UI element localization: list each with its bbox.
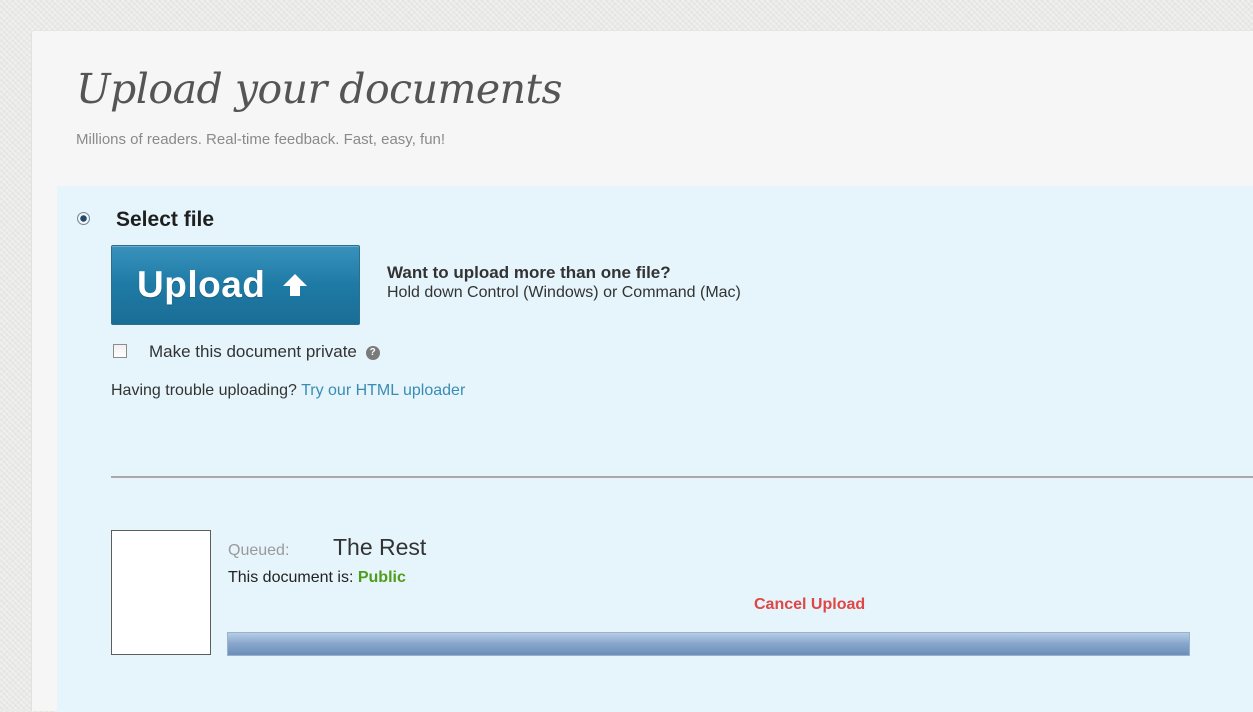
multi-upload-title: Want to upload more than one file? <box>387 263 671 282</box>
visibility-prefix: This document is: <box>228 569 354 586</box>
document-thumbnail <box>111 530 211 655</box>
html-uploader-link[interactable]: Try our HTML uploader <box>301 382 465 399</box>
document-visibility: This document is: Public <box>228 569 406 587</box>
queue-status-label: Queued: <box>228 542 290 559</box>
cancel-upload-link[interactable]: Cancel Upload <box>754 596 865 614</box>
visibility-value: Public <box>357 569 406 586</box>
select-file-radio[interactable] <box>77 212 90 225</box>
upload-button-label: Upload <box>137 264 266 305</box>
private-label: Make this document private ? <box>149 342 380 362</box>
page-title: Upload your documents <box>76 65 563 113</box>
question-mark-icon[interactable]: ? <box>365 345 380 360</box>
trouble-text: Having trouble uploading? <box>111 382 297 399</box>
arrow-up-icon <box>281 272 309 298</box>
divider <box>111 476 1253 478</box>
multi-upload-description: Hold down Control (Windows) or Command (… <box>387 284 741 301</box>
upload-card: Upload your documents Millions of reader… <box>31 30 1253 712</box>
upload-button[interactable]: Upload <box>111 245 360 325</box>
document-name: The Rest <box>333 534 427 560</box>
select-file-label: Select file <box>116 208 215 231</box>
upload-panel: Select file Upload Want to upload more t… <box>57 186 1253 712</box>
private-checkbox[interactable] <box>113 344 127 358</box>
upload-progress-fill <box>228 633 1189 655</box>
trouble-uploading-line: Having trouble uploading? Try our HTML u… <box>111 382 465 400</box>
upload-progress-bar <box>227 632 1190 656</box>
private-label-text: Make this document private <box>149 342 357 361</box>
page-subtitle: Millions of readers. Real-time feedback.… <box>76 131 446 148</box>
